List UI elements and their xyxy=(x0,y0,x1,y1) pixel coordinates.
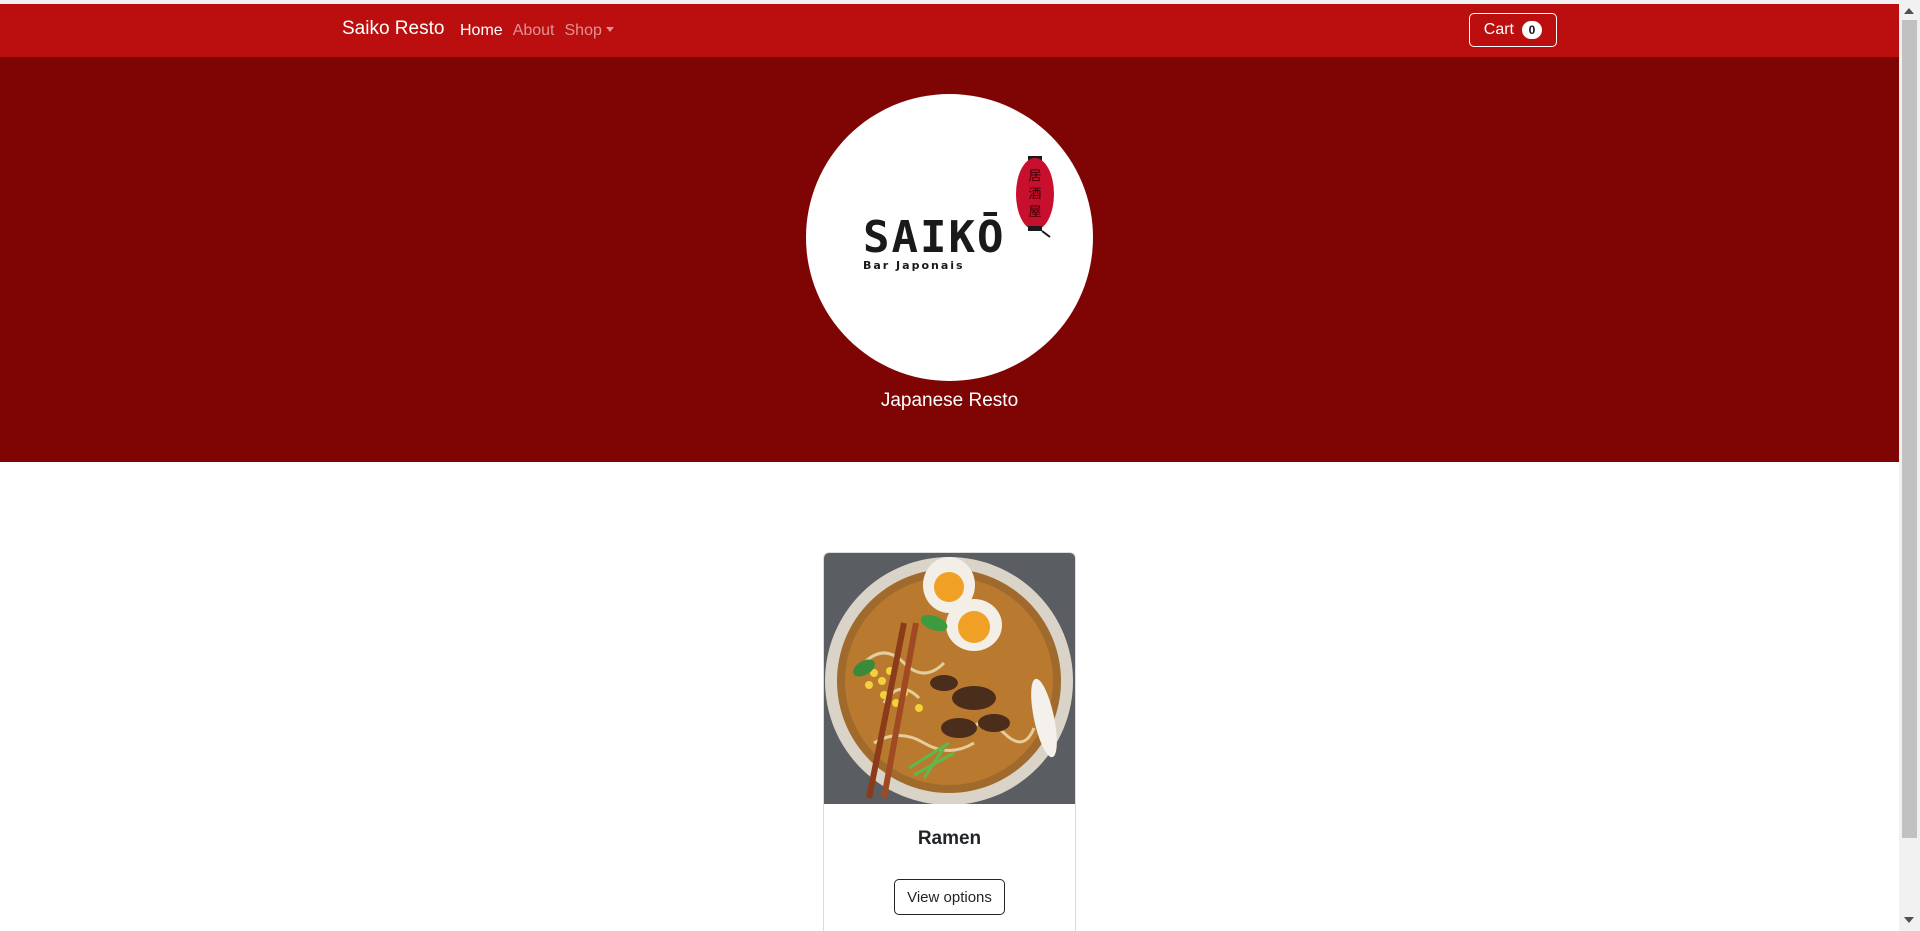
nav-link-shop-label: Shop xyxy=(564,22,602,39)
scrollbar-thumb[interactable] xyxy=(1902,20,1917,838)
svg-text:SAIKŌ: SAIKŌ xyxy=(863,211,1005,263)
hero-caption: Japanese Resto xyxy=(880,390,1019,411)
cart-count-badge: 0 xyxy=(1522,21,1542,39)
scroll-up-icon[interactable] xyxy=(1904,8,1914,14)
ramen-photo xyxy=(824,553,1075,804)
hero-banner: SAIKŌ Bar Japonais 居 酒 屋 Japanese Resto xyxy=(0,57,1899,462)
navbar-container: Saiko Resto Home About Shop Cart 0 xyxy=(342,4,1557,57)
nav-link-about[interactable]: About xyxy=(513,22,555,40)
nav-link-home[interactable]: Home xyxy=(460,22,503,40)
vertical-scrollbar[interactable] xyxy=(1899,0,1920,931)
page: Saiko Resto Home About Shop Cart 0 SAIKŌ… xyxy=(0,0,1899,931)
scroll-down-icon[interactable] xyxy=(1904,917,1914,923)
svg-text:屋: 屋 xyxy=(1028,205,1041,220)
product-title: Ramen xyxy=(917,828,982,849)
nav-dropdown-shop[interactable]: Shop xyxy=(565,22,614,40)
saiko-logo: SAIKŌ Bar Japonais 居 酒 屋 xyxy=(806,94,1093,381)
caret-down-icon xyxy=(605,27,614,32)
nav-links: Home About Shop xyxy=(460,22,624,40)
brand-link[interactable]: Saiko Resto xyxy=(342,18,444,40)
saiko-logo-graphic: SAIKŌ Bar Japonais 居 酒 屋 xyxy=(863,156,1054,272)
svg-text:居: 居 xyxy=(1028,169,1041,184)
view-options-button[interactable]: View options xyxy=(894,879,1005,915)
cart-button[interactable]: Cart 0 xyxy=(1468,13,1557,47)
svg-text:Bar Japonais: Bar Japonais xyxy=(863,259,965,272)
navbar: Saiko Resto Home About Shop Cart 0 xyxy=(0,4,1899,57)
cart-label: Cart xyxy=(1483,21,1514,38)
svg-text:酒: 酒 xyxy=(1028,187,1041,202)
product-card: Ramen View options xyxy=(823,552,1076,931)
